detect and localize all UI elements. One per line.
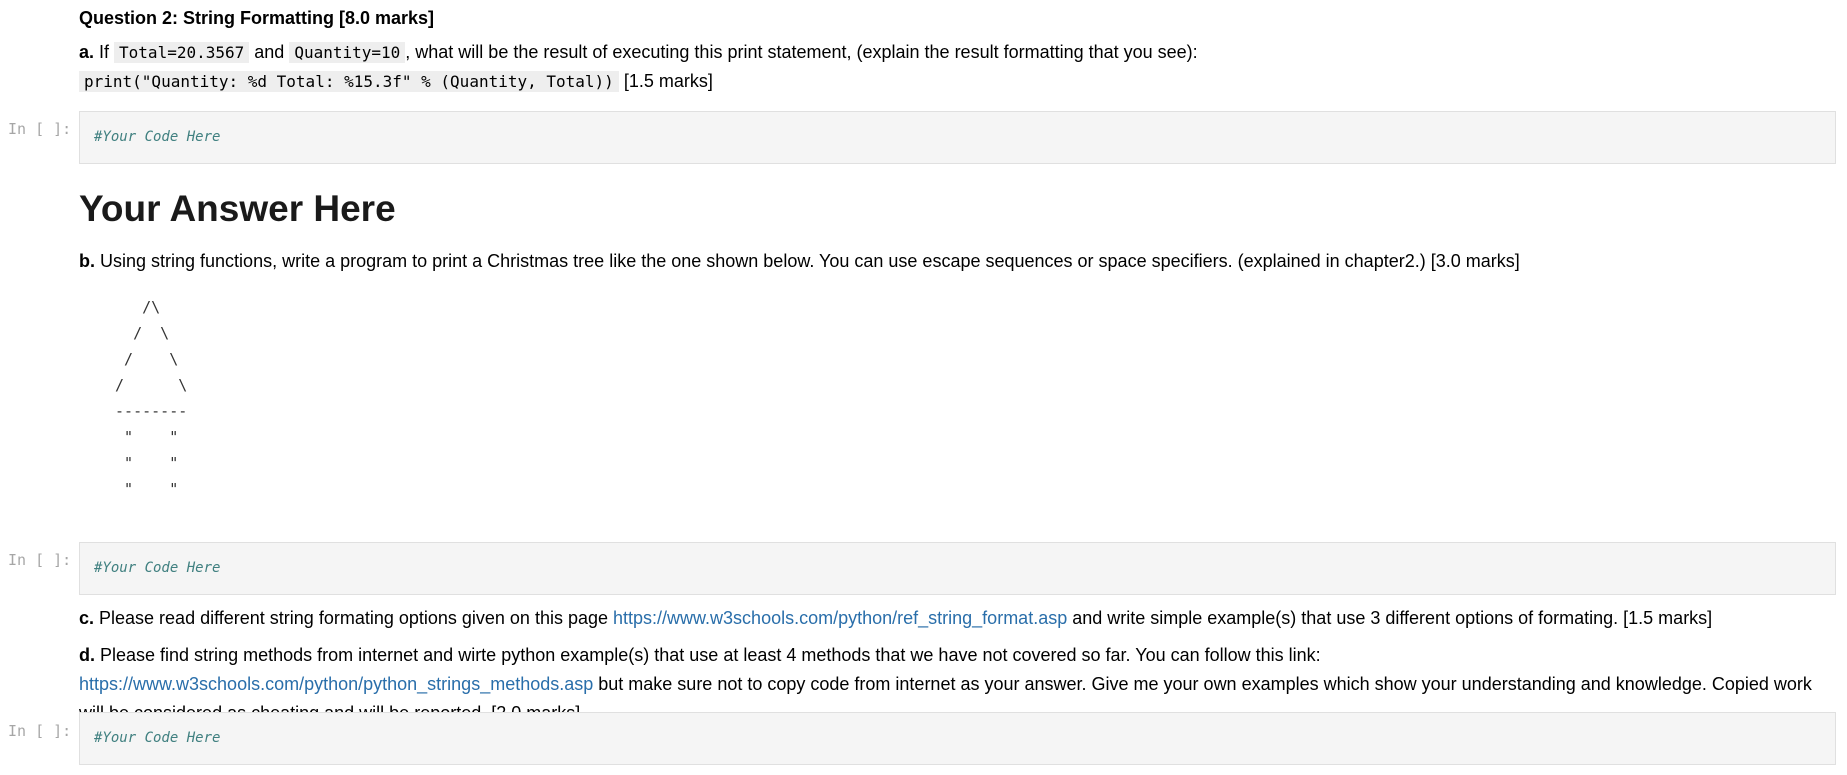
- part-a-text: a. If Total=20.3567 and Quantity=10, wha…: [79, 38, 1837, 67]
- part-b-label: b.: [79, 251, 95, 271]
- code-cell-text: #Your Code Here: [94, 129, 221, 145]
- cell-prompt: In [ ]:: [8, 722, 72, 740]
- part-c-text-2: and write simple example(s) that use 3 d…: [1067, 608, 1713, 628]
- part-b-text: b. Using string functions, write a progr…: [79, 247, 1837, 276]
- part-a-text-3: , what will be the result of executing t…: [405, 42, 1198, 62]
- part-d-text-1: Please find string methods from internet…: [95, 645, 1321, 665]
- christmas-tree: /\ / \ / \ / \ -------- " " " " " ": [115, 298, 188, 498]
- print-code: print("Quantity: %d Total: %15.3f" % (Qu…: [79, 71, 619, 92]
- format-link[interactable]: https://www.w3schools.com/python/ref_str…: [613, 608, 1067, 628]
- cell-prompt: In [ ]:: [8, 120, 72, 138]
- part-a-text-1: If: [94, 42, 115, 62]
- part-b-body: Using string functions, write a program …: [95, 251, 1520, 271]
- code-quantity: Quantity=10: [289, 42, 406, 63]
- part-d-label: d.: [79, 645, 95, 665]
- question-title: Question 2: String Formatting [8.0 marks…: [79, 8, 435, 28]
- methods-link[interactable]: https://www.w3schools.com/python/python_…: [79, 674, 593, 694]
- cell-prompt: In [ ]:: [8, 551, 72, 569]
- code-cell[interactable]: #Your Code Here: [79, 712, 1836, 765]
- code-total: Total=20.3567: [114, 42, 250, 63]
- part-c-label: c.: [79, 608, 95, 628]
- code-cell-text: #Your Code Here: [94, 560, 221, 576]
- part-a-label: a.: [79, 42, 95, 62]
- code-cell[interactable]: #Your Code Here: [79, 542, 1836, 595]
- code-cell[interactable]: #Your Code Here: [79, 111, 1836, 164]
- part-c: c. Please read different string formatin…: [79, 604, 1837, 633]
- question-header: Question 2: String Formatting [8.0 marks…: [79, 4, 1837, 33]
- part-b: b. Using string functions, write a progr…: [79, 247, 1837, 276]
- part-a-marks: [1.5 marks]: [618, 71, 713, 91]
- part-c-text: c. Please read different string formatin…: [79, 604, 1837, 633]
- part-a-code-line: print("Quantity: %d Total: %15.3f" % (Qu…: [79, 67, 1837, 96]
- part-a-text-2: and: [249, 42, 290, 62]
- part-c-text-1: Please read different string formating o…: [94, 608, 614, 628]
- code-cell-text: #Your Code Here: [94, 730, 221, 746]
- answer-heading: Your Answer Here: [79, 188, 396, 229]
- part-a: a. If Total=20.3567 and Quantity=10, wha…: [79, 38, 1837, 96]
